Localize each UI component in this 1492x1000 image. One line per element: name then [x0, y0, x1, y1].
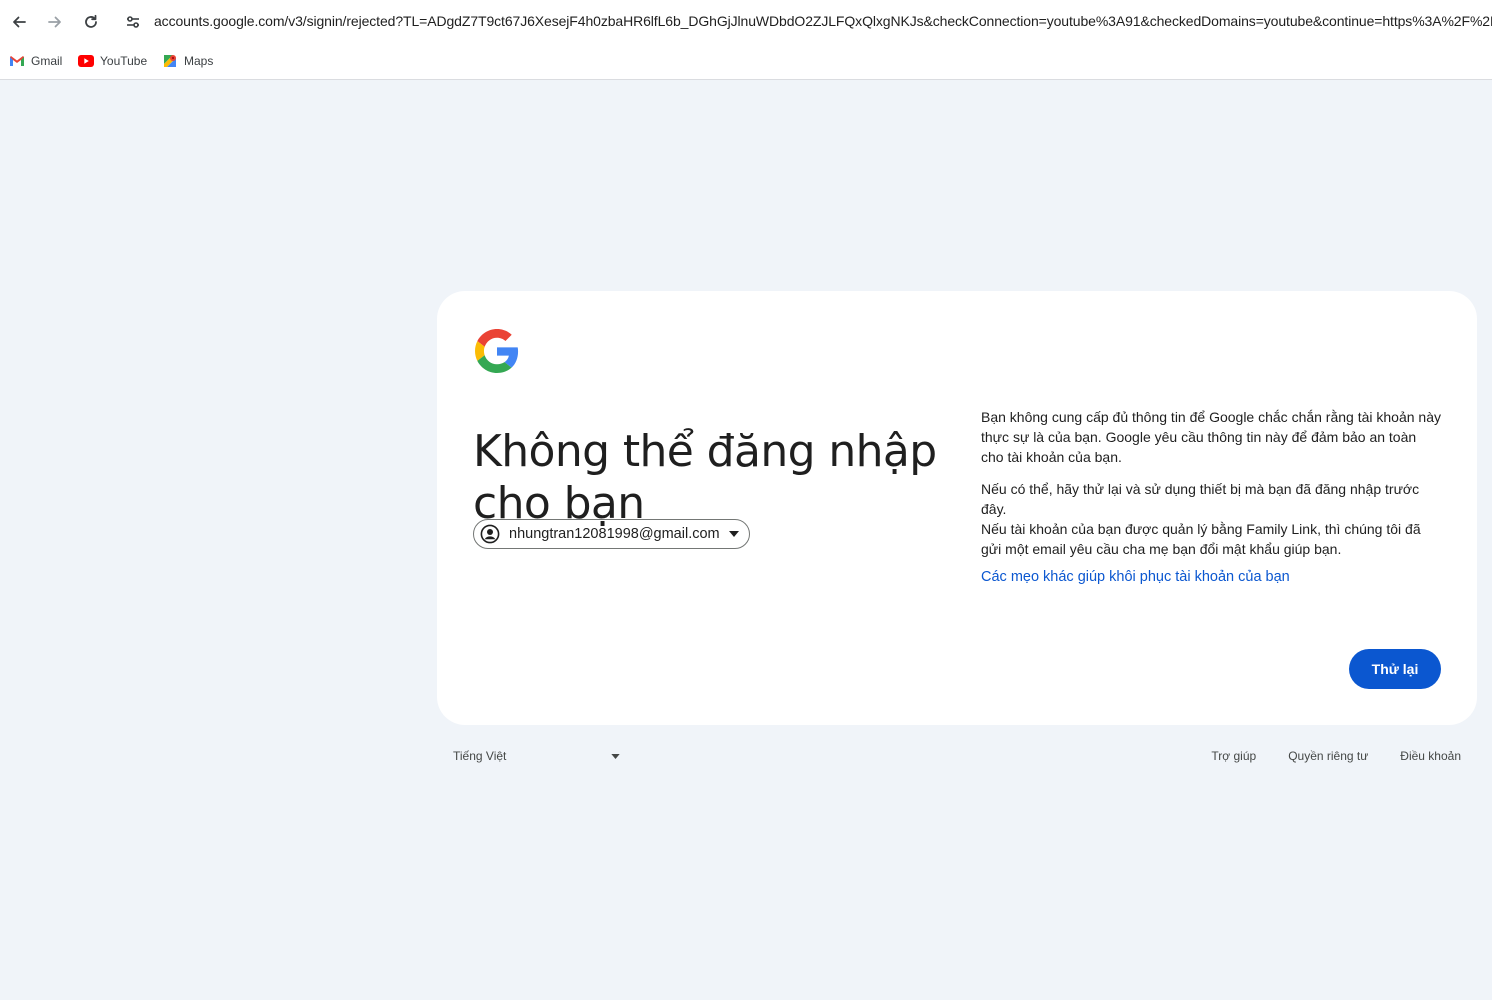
signin-card: Không thể đăng nhập cho bạn nhungtran120… — [437, 291, 1477, 725]
help-link[interactable]: Trợ giúp — [1211, 749, 1256, 763]
bookmark-gmail[interactable]: Gmail — [9, 50, 62, 72]
explanation-paragraph: Nếu có thể, hãy thử lại và sử dụng thiết… — [981, 481, 1420, 517]
explanation-section: Bạn không cung cấp đủ thông tin để Googl… — [981, 407, 1441, 587]
google-logo-icon — [475, 329, 519, 373]
footer-links: Trợ giúp Quyền riêng tư Điều khoản — [1211, 749, 1461, 763]
bookmarks-bar: Gmail YouTube Maps — [0, 44, 1492, 80]
terms-link[interactable]: Điều khoản — [1400, 749, 1461, 763]
address-bar[interactable]: accounts.google.com/v3/signin/rejected?T… — [116, 6, 1492, 38]
bookmark-maps[interactable]: Maps — [162, 50, 213, 72]
bookmark-label: YouTube — [100, 54, 148, 68]
back-button[interactable] — [5, 8, 33, 36]
bookmark-youtube[interactable]: YouTube — [78, 50, 147, 72]
retry-button[interactable]: Thử lại — [1349, 649, 1441, 689]
account-email: nhungtran12081998@gmail.com — [509, 526, 720, 542]
footer: Tiếng Việt Trợ giúp Quyền riêng tư Điều … — [437, 740, 1477, 774]
url-text[interactable]: accounts.google.com/v3/signin/rejected?T… — [154, 13, 1492, 29]
browser-toolbar: accounts.google.com/v3/signin/rejected?T… — [0, 0, 1492, 44]
explanation-paragraph: Nếu tài khoản của bạn được quản lý bằng … — [981, 521, 1421, 557]
maps-icon — [164, 55, 176, 67]
page-title: Không thể đăng nhập cho bạn — [473, 426, 937, 530]
forward-button[interactable] — [41, 8, 69, 36]
site-info-button[interactable] — [120, 9, 146, 35]
gmail-icon — [10, 56, 24, 66]
youtube-icon — [78, 55, 94, 67]
account-circle-icon — [480, 524, 500, 544]
caret-down-icon — [611, 754, 620, 759]
privacy-link[interactable]: Quyền riêng tư — [1288, 749, 1368, 763]
recovery-tips-link[interactable]: Các mẹo khác giúp khôi phục tài khoản củ… — [981, 567, 1290, 587]
reload-icon — [85, 14, 97, 28]
account-chip[interactable]: nhungtran12081998@gmail.com — [473, 519, 750, 549]
tune-icon — [127, 16, 139, 28]
back-arrow-icon — [13, 16, 26, 28]
bookmark-label: Maps — [184, 54, 214, 68]
explanation-paragraph: Bạn không cung cấp đủ thông tin để Googl… — [981, 409, 1442, 465]
forward-arrow-icon — [48, 16, 61, 28]
language-selector[interactable]: Tiếng Việt — [453, 749, 623, 763]
language-label: Tiếng Việt — [453, 749, 507, 763]
bookmark-label: Gmail — [31, 54, 63, 68]
reload-button[interactable] — [77, 8, 105, 36]
caret-down-icon — [728, 531, 739, 537]
